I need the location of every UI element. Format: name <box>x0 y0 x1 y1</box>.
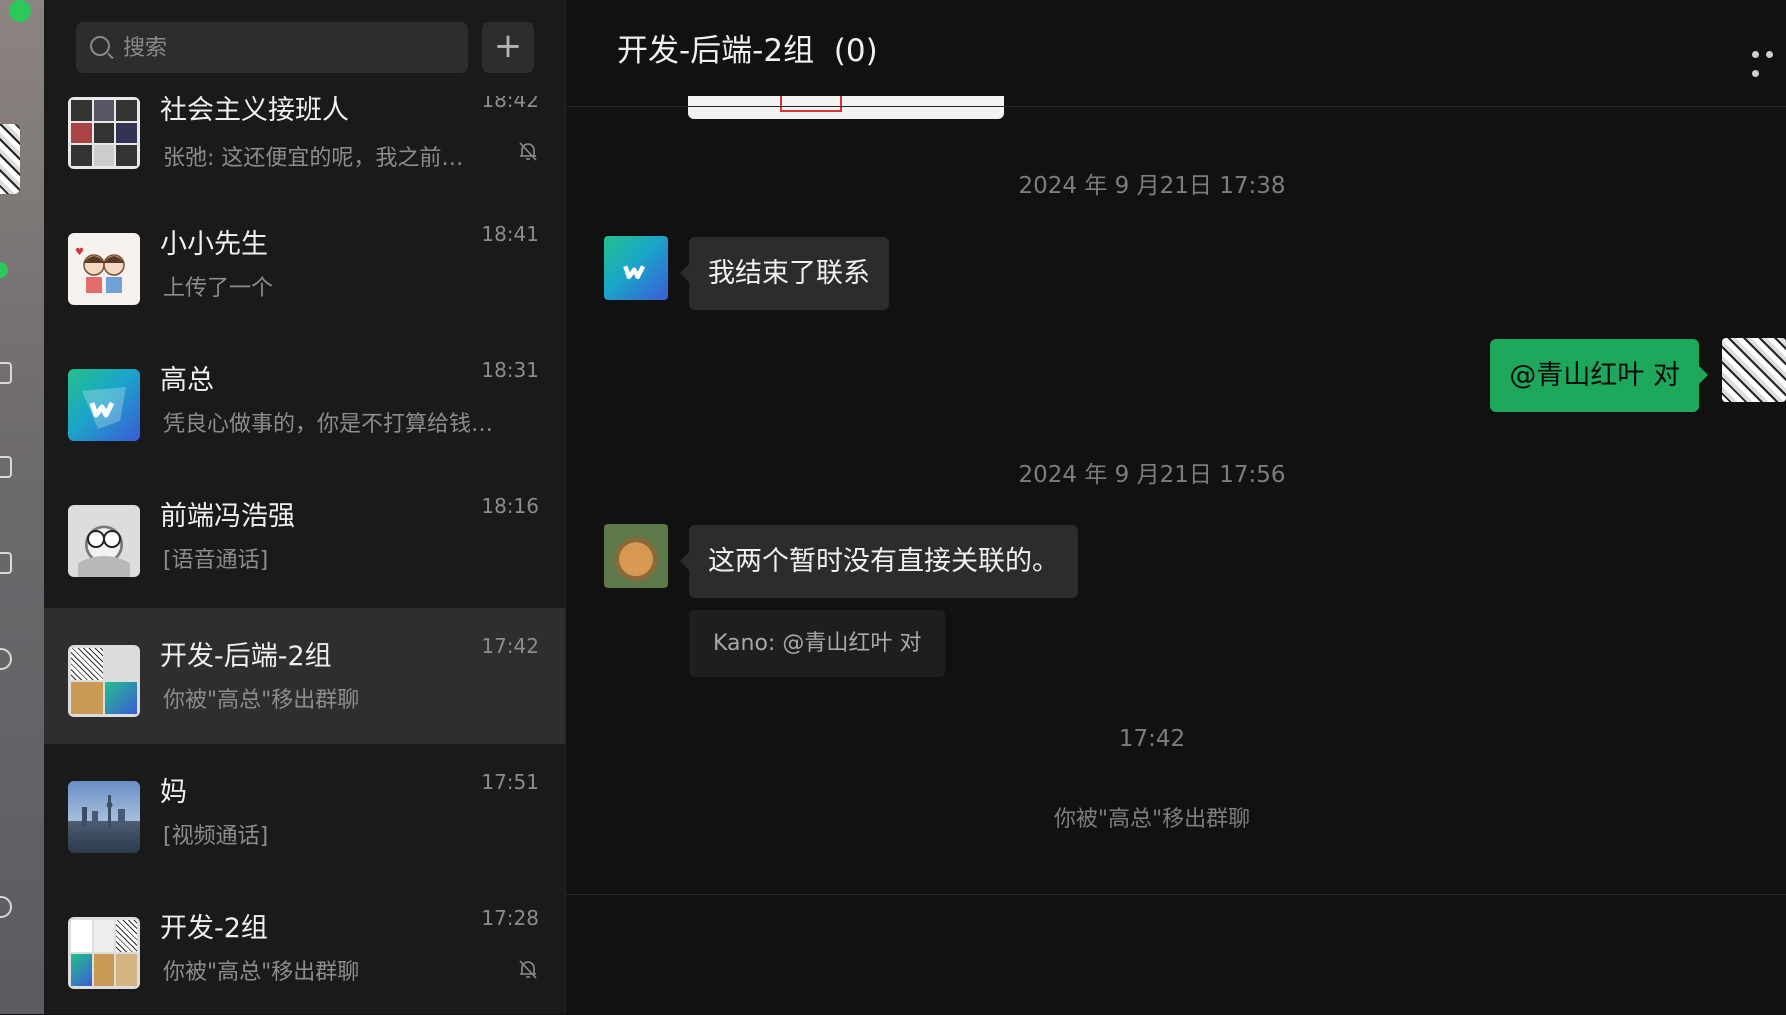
online-status-dot <box>0 262 8 278</box>
message-composer[interactable] <box>566 894 1786 1015</box>
conversation-name: 高总 <box>160 365 214 396</box>
app-rail <box>0 0 44 1014</box>
chat-header: 开发-后端-2组 (0) <box>566 0 1786 107</box>
conversation-name: 开发-2组 <box>160 913 268 944</box>
more-options-icon[interactable] <box>1752 43 1786 77</box>
conversation-item[interactable]: 妈 17:51 [视频通话] <box>44 744 565 880</box>
moments-icon[interactable] <box>0 648 12 670</box>
svg-text:♥: ♥ <box>75 247 84 258</box>
conversation-item[interactable]: 开发-2组 17:28 你被"高总"移出群聊 <box>44 880 565 1014</box>
conversation-item[interactable]: 高总 18:31 凭良心做事的，你是不打算给钱… <box>44 332 565 468</box>
conversation-item-active[interactable]: 开发-后端-2组 17:42 你被"高总"移出群聊 <box>44 608 565 744</box>
mute-bell-icon <box>519 960 537 979</box>
add-button[interactable]: + <box>482 22 534 73</box>
mute-bell-icon <box>519 142 537 161</box>
conversation-preview: [视频通话] <box>163 824 269 849</box>
incoming-message[interactable]: 这两个暂时没有直接关联的。 <box>680 525 1078 598</box>
conversation-preview: 张弛: 这还便宜的呢，我之前… <box>163 146 464 171</box>
conversation-preview: 凭良心做事的，你是不打算给钱… <box>163 412 494 437</box>
window-close-dot[interactable] <box>9 0 31 22</box>
user-avatar[interactable] <box>0 124 20 194</box>
timestamp: 2024 年 9 月21日 17:56 <box>1018 462 1286 488</box>
conversation-item[interactable]: 前端冯浩强 18:16 [语音通话] <box>44 468 565 604</box>
conversation-preview: 你被"高总"移出群聊 <box>163 688 360 713</box>
settings-icon[interactable] <box>0 896 12 918</box>
contact-avatar <box>68 369 140 441</box>
conversation-name: 前端冯浩强 <box>160 501 295 532</box>
group-avatar <box>68 917 140 989</box>
chat-panel: 开发-后端-2组 (0) 2024 年 9 月21日 17:38 我结束了联系 … <box>565 0 1786 1015</box>
conversation-preview: 你被"高总"移出群聊 <box>163 960 360 985</box>
conversation-preview: [语音通话] <box>163 548 269 573</box>
group-avatar <box>68 645 140 717</box>
search-icon <box>90 36 110 56</box>
conversation-time: 18:41 <box>481 222 539 246</box>
group-avatar <box>68 97 140 169</box>
timestamp: 17:42 <box>1118 726 1186 752</box>
my-avatar[interactable] <box>1722 338 1786 402</box>
conversation-time: 18:31 <box>481 358 539 382</box>
search-input[interactable] <box>121 22 455 75</box>
sender-avatar[interactable] <box>604 236 668 300</box>
contact-avatar: ♥ <box>68 233 140 305</box>
conversation-preview: 上传了一个 <box>163 276 274 301</box>
conversation-time: 17:42 <box>481 634 539 658</box>
contacts-icon[interactable] <box>0 362 12 384</box>
system-message: 你被"高总"移出群聊 <box>1053 807 1251 832</box>
conversation-name: 妈 <box>160 777 187 808</box>
incoming-message[interactable]: 我结束了联系 <box>680 237 889 310</box>
conversation-time: 17:28 <box>481 906 539 930</box>
search-box[interactable] <box>76 22 468 75</box>
conversation-list: 社会主义接班人 18:42 张弛: 这还便宜的呢，我之前… ♥ 小小先生 18:… <box>44 0 565 1014</box>
chat-title: 开发-后端-2组 (0) <box>617 33 878 69</box>
conversation-time: 17:51 <box>481 770 539 794</box>
conversation-name: 小小先生 <box>160 229 268 260</box>
favorites-icon[interactable] <box>0 456 12 478</box>
files-icon[interactable] <box>0 552 12 574</box>
outgoing-message[interactable]: @青山红叶 对 <box>1490 339 1708 412</box>
timestamp: 2024 年 9 月21日 17:38 <box>1018 173 1286 199</box>
contact-avatar <box>68 505 140 577</box>
conversation-time: 18:16 <box>481 494 539 518</box>
quoted-reply[interactable]: Kano: @青山红叶 对 <box>689 610 946 677</box>
contact-avatar <box>68 781 140 853</box>
sender-avatar-cat[interactable] <box>604 524 668 588</box>
conversation-item[interactable]: ♥ 小小先生 18:41 上传了一个 <box>44 196 565 332</box>
conversation-name: 开发-后端-2组 <box>160 641 332 672</box>
